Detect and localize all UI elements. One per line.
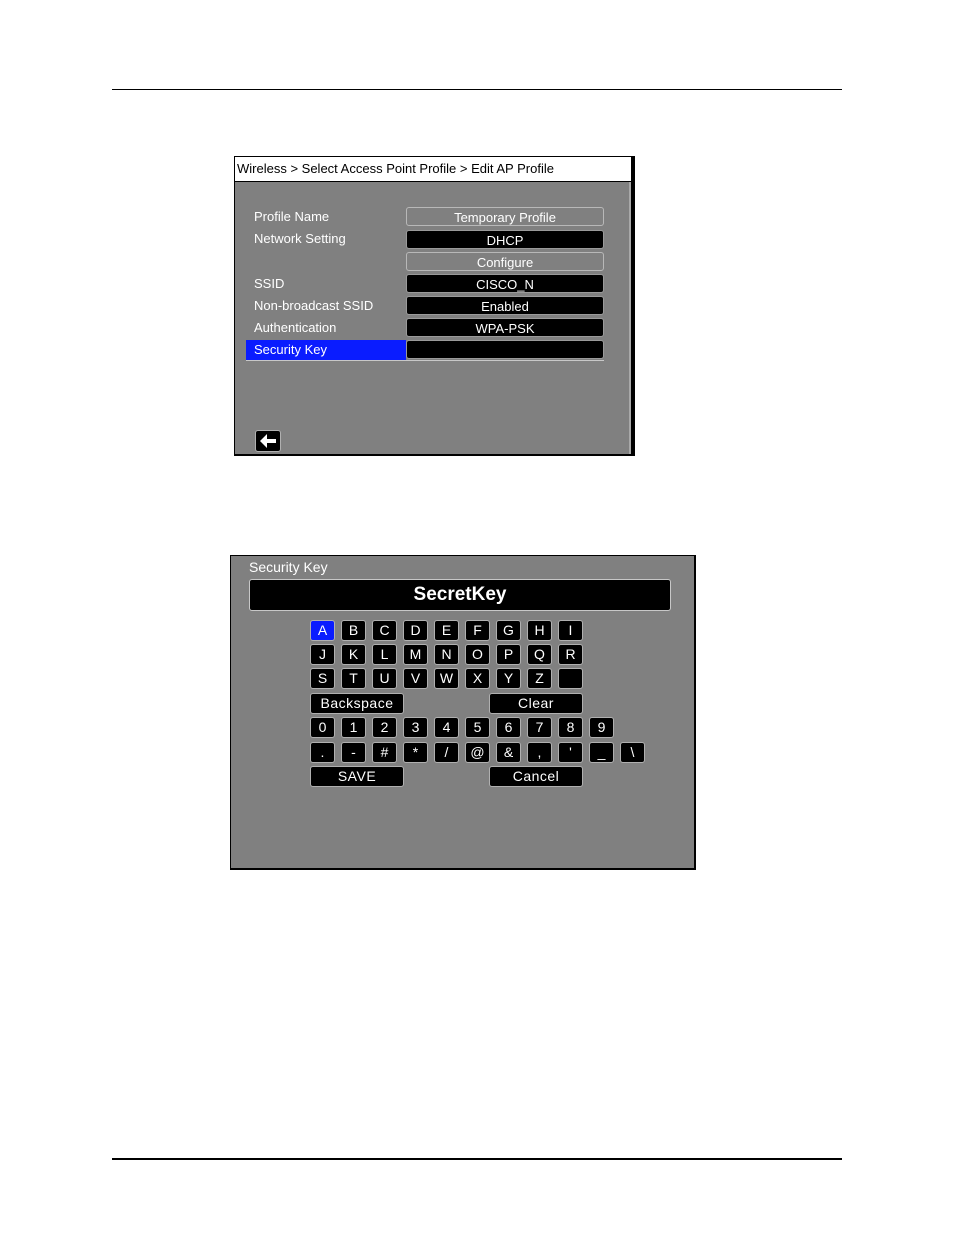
key-ampersand[interactable]: & <box>496 742 521 763</box>
security-key-keyboard-screen: Security Key SecretKey ABCDEFGHI JKLMNOPQ… <box>230 555 696 870</box>
cancel-button[interactable]: Cancel <box>489 766 583 787</box>
key-t[interactable]: T <box>341 668 366 689</box>
key-j[interactable]: J <box>310 644 335 665</box>
key-0[interactable]: 0 <box>310 717 335 738</box>
key-6[interactable]: 6 <box>496 717 521 738</box>
key-y[interactable]: Y <box>496 668 521 689</box>
key-l[interactable]: L <box>372 644 397 665</box>
non-broadcast-ssid-label: Non-broadcast SSID <box>254 298 374 313</box>
network-setting-label: Network Setting <box>254 231 346 246</box>
key-asterisk[interactable]: * <box>403 742 428 763</box>
key-g[interactable]: G <box>496 620 521 641</box>
key-d[interactable]: D <box>403 620 428 641</box>
key-v[interactable]: V <box>403 668 428 689</box>
key-k[interactable]: K <box>341 644 366 665</box>
ssid-label: SSID <box>254 276 285 291</box>
clear-button[interactable]: Clear <box>489 693 583 714</box>
key-u[interactable]: U <box>372 668 397 689</box>
key-9[interactable]: 9 <box>589 717 614 738</box>
page-footer-rule <box>112 1158 842 1160</box>
key-r[interactable]: R <box>558 644 583 665</box>
breadcrumb: Wireless > Select Access Point Profile >… <box>235 157 631 182</box>
page-header-rule <box>112 89 842 90</box>
key-p[interactable]: P <box>496 644 521 665</box>
non-broadcast-ssid-field[interactable]: Enabled <box>406 296 604 315</box>
key-apostrophe[interactable]: ' <box>558 742 583 763</box>
keyboard-title: Security Key <box>249 559 328 575</box>
key-underscore[interactable]: _ <box>589 742 614 763</box>
selection-underline <box>246 360 604 361</box>
edit-ap-profile-screen: Wireless > Select Access Point Profile >… <box>234 156 635 456</box>
key-1[interactable]: 1 <box>341 717 366 738</box>
key-e[interactable]: E <box>434 620 459 641</box>
security-key-input[interactable]: SecretKey <box>249 579 671 611</box>
key-7[interactable]: 7 <box>527 717 552 738</box>
panel-edge <box>629 182 631 454</box>
security-key-field[interactable] <box>406 340 604 359</box>
key-q[interactable]: Q <box>527 644 552 665</box>
key-3[interactable]: 3 <box>403 717 428 738</box>
key-b[interactable]: B <box>341 620 366 641</box>
key-n[interactable]: N <box>434 644 459 665</box>
key-period[interactable]: . <box>310 742 335 763</box>
key-blank[interactable] <box>558 668 583 689</box>
key-backslash[interactable]: \ <box>620 742 645 763</box>
key-x[interactable]: X <box>465 668 490 689</box>
key-z[interactable]: Z <box>527 668 552 689</box>
ssid-field[interactable]: CISCO_N <box>406 274 604 293</box>
key-8[interactable]: 8 <box>558 717 583 738</box>
profile-name-label: Profile Name <box>254 209 330 224</box>
key-s[interactable]: S <box>310 668 335 689</box>
key-f[interactable]: F <box>465 620 490 641</box>
key-5[interactable]: 5 <box>465 717 490 738</box>
key-o[interactable]: O <box>465 644 490 665</box>
key-4[interactable]: 4 <box>434 717 459 738</box>
key-c[interactable]: C <box>372 620 397 641</box>
backspace-button[interactable]: Backspace <box>310 693 404 714</box>
configure-button[interactable]: Configure <box>406 252 604 271</box>
key-hyphen[interactable]: - <box>341 742 366 763</box>
back-button[interactable] <box>255 430 281 452</box>
authentication-label: Authentication <box>254 320 337 335</box>
key-comma[interactable]: , <box>527 742 552 763</box>
key-at[interactable]: @ <box>465 742 490 763</box>
key-slash[interactable]: / <box>434 742 459 763</box>
save-button[interactable]: SAVE <box>310 766 404 787</box>
authentication-field[interactable]: WPA-PSK <box>406 318 604 337</box>
key-i[interactable]: I <box>558 620 583 641</box>
profile-name-field[interactable]: Temporary Profile <box>406 207 604 226</box>
key-h[interactable]: H <box>527 620 552 641</box>
security-key-label[interactable]: Security Key <box>246 340 406 360</box>
key-hash[interactable]: # <box>372 742 397 763</box>
key-w[interactable]: W <box>434 668 459 689</box>
key-m[interactable]: M <box>403 644 428 665</box>
key-2[interactable]: 2 <box>372 717 397 738</box>
network-setting-field[interactable]: DHCP <box>406 230 604 249</box>
key-a[interactable]: A <box>310 620 335 641</box>
left-arrow-icon <box>260 434 276 448</box>
